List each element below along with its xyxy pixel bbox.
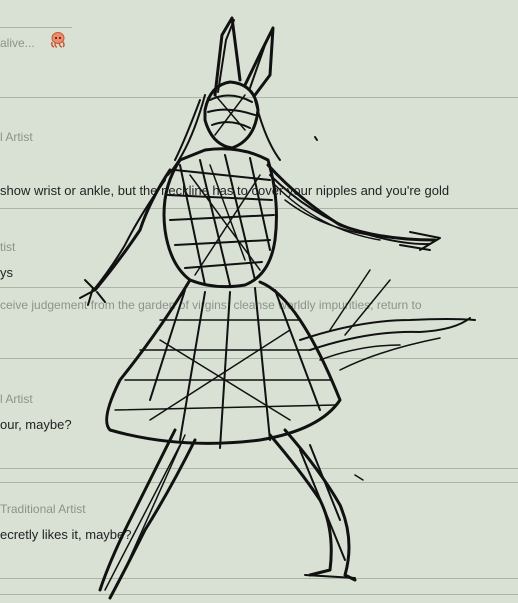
divider xyxy=(0,578,518,579)
comment-message: our, maybe? xyxy=(0,417,72,432)
divider xyxy=(0,468,518,469)
author-link[interactable]: l Artist xyxy=(0,130,33,144)
divider xyxy=(0,97,518,98)
divider xyxy=(0,287,518,288)
octopus-emoticon-icon xyxy=(51,32,65,48)
author-link[interactable]: l Artist xyxy=(0,392,33,406)
comment-message: show wrist or ankle, but the neckline ha… xyxy=(0,183,450,198)
comment-message: ecretly likes it, maybe? xyxy=(0,527,132,542)
author-link[interactable]: Traditional Artist xyxy=(0,502,86,516)
divider xyxy=(0,208,518,209)
divider xyxy=(0,358,518,359)
comment-message: ys xyxy=(0,265,13,280)
quoted-text: ceive judgement from the garden of virgi… xyxy=(0,298,422,312)
comment-text: alive... xyxy=(0,36,35,50)
author-link[interactable]: tist xyxy=(0,240,15,254)
divider xyxy=(0,27,72,28)
divider xyxy=(0,482,518,483)
divider xyxy=(0,594,518,595)
comment-thread: alive... l Artist show wrist or ankle, b… xyxy=(0,0,518,603)
